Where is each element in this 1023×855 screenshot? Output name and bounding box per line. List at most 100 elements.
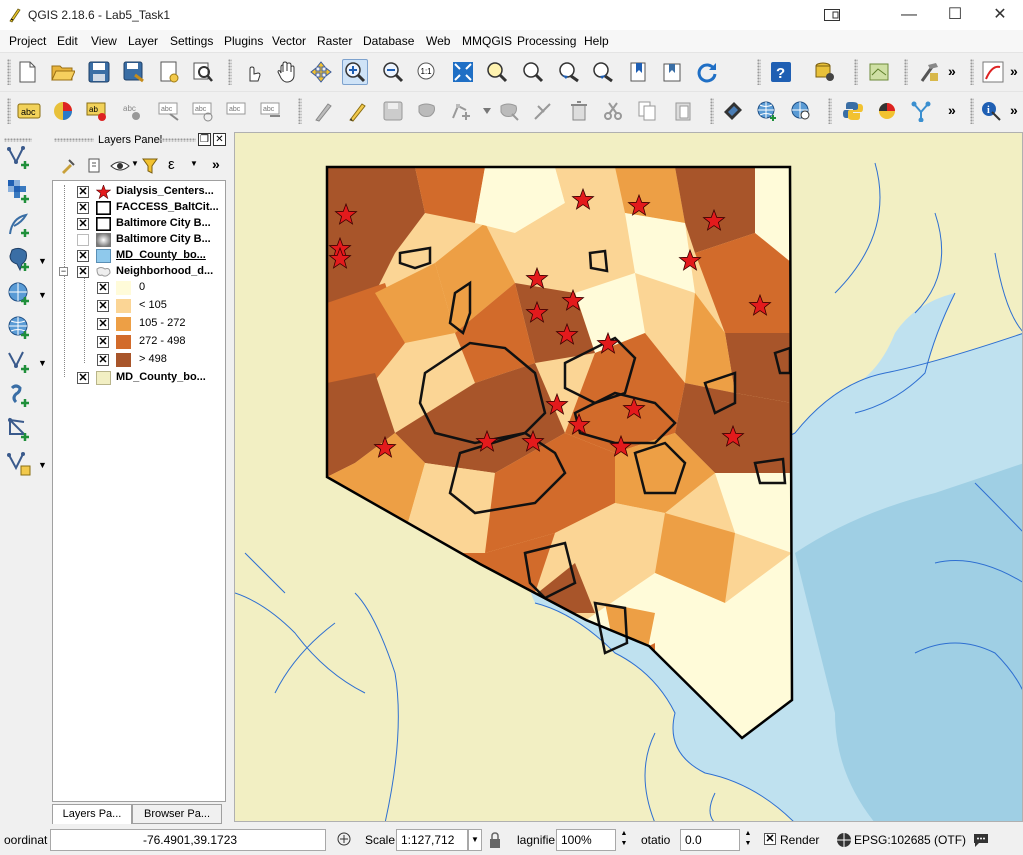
scale-field[interactable]: 1:127,712 <box>396 829 468 851</box>
zoom-native-resolution-icon[interactable]: 1:1 <box>414 59 440 85</box>
composer-manager-icon[interactable] <box>190 59 216 85</box>
lock-scale-icon[interactable] <box>488 831 502 849</box>
class-visibility-checkbox[interactable]: ✕ <box>97 300 109 312</box>
rotation-field[interactable]: 0.0 <box>680 829 740 851</box>
identify-features-icon[interactable]: i <box>978 98 1004 124</box>
class-visibility-checkbox[interactable]: ✕ <box>97 336 109 348</box>
style-manager-icon[interactable] <box>60 158 76 174</box>
add-spatialite-layer-icon[interactable] <box>6 280 32 306</box>
dropdown-arrow-icon[interactable]: ▼ <box>38 256 47 266</box>
save-layer-edits-icon[interactable] <box>380 98 406 124</box>
vector-digitize-plugin-icon[interactable] <box>980 59 1006 85</box>
toolbar-handle[interactable] <box>904 59 908 85</box>
menu-layer[interactable]: Layer <box>128 34 158 48</box>
close-button[interactable]: ✕ <box>977 0 1023 30</box>
render-checkbox[interactable]: ✕ <box>764 833 776 845</box>
vertex-edit-icon[interactable] <box>530 98 556 124</box>
touch-zoom-icon[interactable] <box>240 59 266 85</box>
search-metadata-icon[interactable] <box>788 98 814 124</box>
toggle-editing-icon[interactable] <box>344 98 370 124</box>
pan-map-icon[interactable] <box>274 59 300 85</box>
paste-features-icon[interactable] <box>670 98 696 124</box>
add-wms-layer-icon[interactable] <box>754 98 780 124</box>
new-bookmark-icon[interactable] <box>626 59 652 85</box>
layer-item-md-county-water[interactable]: ✕ MD_County_bo... <box>53 248 225 264</box>
layer-labeling-icon[interactable]: abc <box>16 98 42 124</box>
messages-icon[interactable] <box>972 832 990 848</box>
graphical-modeler-icon[interactable] <box>908 98 934 124</box>
save-project-icon[interactable] <box>86 59 112 85</box>
processing-toolbox-icon[interactable] <box>874 98 900 124</box>
toolbar-overflow-button[interactable]: » <box>948 102 956 118</box>
crs-label[interactable]: EPSG:102685 (OTF) <box>854 833 966 847</box>
rotate-label-icon[interactable]: abc <box>190 98 216 124</box>
zoom-in-icon[interactable] <box>342 59 368 85</box>
pin-labels-icon[interactable]: ab <box>84 98 110 124</box>
layer-visibility-checkbox[interactable]: ✕ <box>77 266 89 278</box>
menu-view[interactable]: View <box>91 34 117 48</box>
menu-web[interactable]: Web <box>426 34 450 48</box>
layer-item-md-county-land[interactable]: ✕ MD_County_bo... <box>53 370 225 386</box>
legend-class-3[interactable]: ✕ 272 - 498 <box>53 334 225 350</box>
expand-all-icon[interactable]: ▼ <box>190 159 198 168</box>
help-icon[interactable]: ? <box>768 59 794 85</box>
toggle-extents-icon[interactable] <box>337 832 353 848</box>
panel-layout-icon[interactable] <box>824 9 840 21</box>
toolbar-handle[interactable] <box>854 59 858 85</box>
filter-legend-icon[interactable] <box>142 157 158 175</box>
layer-item-baltimore-boundary[interactable]: ✕ Baltimore City B... <box>53 216 225 232</box>
change-label-icon[interactable]: abc <box>224 98 250 124</box>
legend-class-1[interactable]: ✕ < 105 <box>53 298 225 314</box>
layer-visibility-checkbox[interactable]: ✕ <box>77 202 89 214</box>
add-feature-icon[interactable] <box>414 98 440 124</box>
add-raster-layer-icon[interactable] <box>6 178 32 204</box>
zoom-full-icon[interactable] <box>450 59 476 85</box>
toolbar-handle[interactable] <box>4 138 32 142</box>
tools-icon[interactable] <box>916 59 942 85</box>
add-virtual-layer-icon[interactable] <box>6 382 32 408</box>
layer-visibility-checkbox[interactable]: ✕ <box>77 372 89 384</box>
toolbar-overflow-button[interactable]: » <box>1010 63 1018 79</box>
map-tips-icon[interactable] <box>720 98 746 124</box>
new-shapefile-layer-icon[interactable] <box>6 416 32 442</box>
toolbar-handle[interactable] <box>7 59 11 85</box>
new-project-icon[interactable] <box>14 59 40 85</box>
zoom-last-icon[interactable] <box>556 59 582 85</box>
layer-visibility-checkbox[interactable]: ✕ <box>77 218 89 230</box>
map-canvas[interactable] <box>234 132 1023 822</box>
minimize-button[interactable]: — <box>886 0 932 30</box>
dropdown-arrow-icon[interactable]: ▼ <box>38 290 47 300</box>
scale-dropdown-icon[interactable]: ▼ <box>468 829 482 851</box>
zoom-to-selection-icon[interactable] <box>484 59 510 85</box>
toolbar-handle[interactable] <box>828 98 832 124</box>
layer-item-faccess[interactable]: ✕ FACCESS_BaltCit... <box>53 200 225 216</box>
show-bookmarks-icon[interactable] <box>660 59 686 85</box>
rotation-spinner-icon[interactable]: ▲ ▼ <box>742 829 754 851</box>
show-hide-labels-icon[interactable]: abc <box>120 98 146 124</box>
layer-visibility-checkbox[interactable]: ✕ <box>77 186 89 198</box>
close-panel-button[interactable]: ✕ <box>213 133 226 146</box>
dropdown-arrow-icon[interactable]: ▼ <box>38 358 47 368</box>
coordinate-field[interactable]: -76.4901,39.1723 <box>50 829 326 851</box>
class-visibility-checkbox[interactable]: ✕ <box>97 282 109 294</box>
toolbar-overflow-button[interactable]: » <box>212 156 220 172</box>
python-console-icon[interactable] <box>840 98 866 124</box>
class-visibility-checkbox[interactable]: ✕ <box>97 318 109 330</box>
zoom-to-layer-icon[interactable] <box>520 59 546 85</box>
menu-vector[interactable]: Vector <box>272 34 306 48</box>
magnifier-field[interactable]: 100% <box>556 829 616 851</box>
toolbar-handle[interactable] <box>757 59 761 85</box>
legend-class-4[interactable]: ✕ > 498 <box>53 352 225 368</box>
copy-features-icon[interactable] <box>634 98 660 124</box>
new-temporary-layer-icon[interactable] <box>6 450 32 476</box>
legend-class-2[interactable]: ✕ 105 - 272 <box>53 316 225 332</box>
menu-mmqgis[interactable]: MMQGIS <box>462 34 512 48</box>
visibility-dropdown-icon[interactable]: ▼ <box>131 159 139 168</box>
collapse-toggle-icon[interactable]: − <box>59 267 68 276</box>
refresh-icon[interactable] <box>694 59 720 85</box>
panel-grip[interactable] <box>156 138 196 142</box>
toolbar-overflow-button[interactable]: » <box>1010 102 1018 118</box>
toolbar-handle[interactable] <box>298 98 302 124</box>
print-composer-icon[interactable] <box>156 59 182 85</box>
current-edits-icon[interactable] <box>310 98 336 124</box>
